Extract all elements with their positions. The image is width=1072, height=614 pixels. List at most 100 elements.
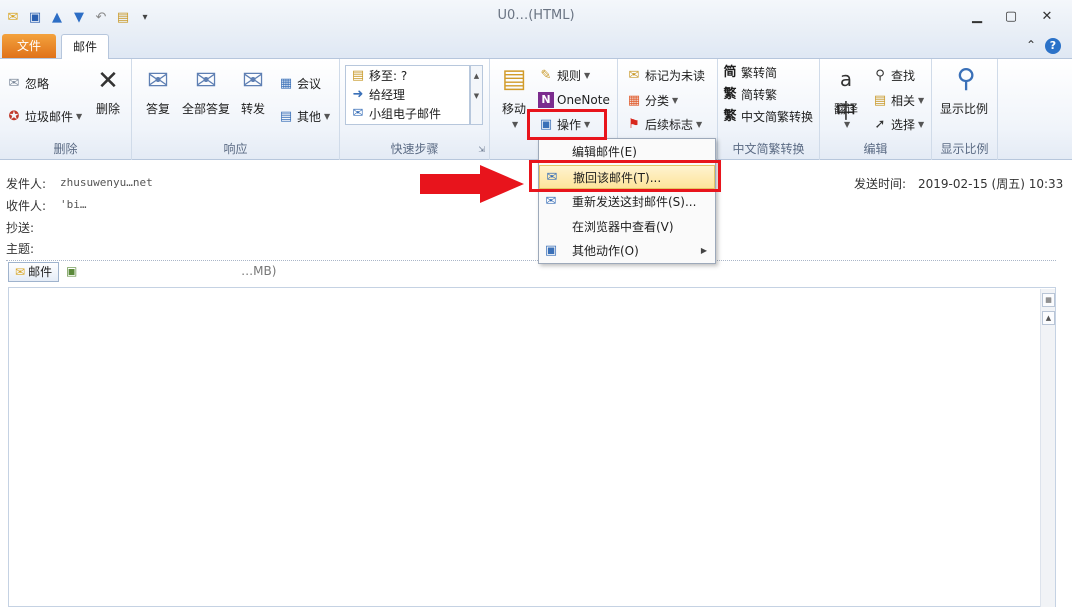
group-respond: ✉ 答复 ✉ 全部答复 ✉ 转发 ▦ 会议 ▤ 其他 ▼ 响应 (132, 59, 340, 160)
subject-label: 主题: (6, 242, 35, 256)
reply-icon[interactable]: ✉ (142, 65, 174, 97)
group-label-edit: 编辑 (863, 142, 888, 156)
window-title: U0…(HTML) (497, 8, 575, 23)
binoculars-icon: ⚲ (875, 67, 885, 83)
simplified-icon: 简 (723, 64, 737, 80)
move-folder-icon[interactable]: ▤ (498, 63, 530, 95)
mail-body-tab[interactable]: ✉ 邮件 (8, 262, 60, 282)
resend-icon: ✉ (545, 194, 557, 209)
submenu-arrow-icon: ▶ (700, 246, 707, 255)
chevron-down-icon: ▼ (672, 96, 679, 105)
delete-button[interactable]: 删除 (96, 100, 120, 117)
sent-label: 发送时间: (854, 177, 907, 191)
group-edit: a中 翻译 ▼ ⚲ 查找 ▤ 相关 ▼ ➚ 选择 ▼ 编辑 (820, 59, 932, 160)
reply-button[interactable]: 答复 (146, 100, 170, 117)
rules-button[interactable]: ✎ 规则 ▼ (538, 67, 591, 84)
translate-icon[interactable]: a中 (830, 63, 862, 123)
forward-button[interactable]: 转发 (241, 100, 265, 117)
zoom-button[interactable]: 显示比例 (940, 100, 988, 117)
scroll-up-button[interactable]: ▲ (1042, 311, 1055, 325)
from-value[interactable]: zhusuwenyu…net (60, 176, 153, 189)
ribbon-tabs: 文件 邮件 ⌃ (0, 34, 1072, 59)
forward-mail-icon: ➜ (352, 86, 364, 102)
ignore-button[interactable]: ✉ 忽略 (6, 75, 49, 92)
tab-mail[interactable]: 邮件 (61, 34, 109, 59)
tab-file[interactable]: 文件 (2, 34, 56, 58)
envelope-icon: ✉ (15, 265, 26, 279)
chevron-down-icon: ▼ (918, 120, 925, 129)
junk-button[interactable]: ✪ 垃圾邮件 ▼ (6, 108, 83, 125)
maximize-button[interactable]: ▢ (994, 6, 1028, 28)
to-traditional-button[interactable]: 繁 简转繁 (722, 86, 777, 103)
to-simplified-button[interactable]: 简 繁转简 (722, 64, 777, 81)
menu-item-view-in-browser[interactable]: 在浏览器中查看(V) (539, 215, 715, 239)
related-button[interactable]: ▤ 相关 ▼ (872, 92, 924, 109)
group-label-delete: 删除 (53, 142, 78, 156)
mark-unread-button[interactable]: ✉ 标记为未读 (626, 67, 705, 84)
quick-steps-gallery: ▤ 移至: ? ➜ 给经理 ✉ 小组电子邮件 (345, 65, 470, 125)
find-button[interactable]: ⚲ 查找 (872, 67, 915, 84)
chevron-down-icon: ▼ (324, 112, 331, 121)
menu-item-resend-message[interactable]: ✉ 重新发送这封邮件(S)... (539, 190, 715, 214)
sent-value: 2019-02-15 (周五) 10:33 (918, 177, 1064, 191)
group-chinese-conversion: 简 繁转简 繁 简转繁 繁 中文简繁转换 中文简繁转换 (718, 59, 820, 160)
other-respond-button[interactable]: ▤ 其他 ▼ (278, 108, 330, 125)
translate-button[interactable]: 翻译 (834, 100, 858, 117)
cursor-icon: ➚ (874, 116, 886, 132)
move-button[interactable]: 移动 (502, 100, 526, 117)
dialog-launcher-icon[interactable]: ⇲ (478, 145, 485, 154)
quick-step-move[interactable]: ▤ 移至: ? (350, 67, 407, 84)
reply-all-icon[interactable]: ✉ (190, 65, 222, 97)
reply-all-button[interactable]: 全部答复 (182, 100, 230, 117)
chinese-convert-button[interactable]: 繁 中文简繁转换 (722, 108, 813, 125)
other-actions-icon: ▣ (544, 243, 558, 258)
to-value[interactable]: 'bi… (60, 198, 87, 211)
group-delete: ✉ 忽略 ✪ 垃圾邮件 ▼ ✕ 删除 删除 (0, 59, 132, 160)
meeting-button[interactable]: ▦ 会议 (278, 75, 321, 92)
help-icon[interactable]: ? (1045, 38, 1061, 54)
minimize-button[interactable]: ▁ (960, 6, 994, 28)
scroll-option-icon[interactable]: ▦ (1042, 293, 1055, 307)
attachment-icon: ▣ (66, 264, 78, 278)
cc-label: 抄送: (6, 221, 35, 235)
quick-step-team[interactable]: ✉ 小组电子邮件 (350, 105, 441, 122)
group-label-chinese: 中文简繁转换 (732, 142, 805, 156)
header-divider (6, 260, 1056, 261)
to-label: 收件人: (6, 199, 47, 213)
forward-icon[interactable]: ✉ (237, 65, 269, 97)
junk-icon: ✪ (8, 108, 20, 124)
magnifier-icon[interactable]: ⚲ (950, 63, 982, 95)
quick-steps-scroll[interactable]: ▲ ▼ (470, 65, 483, 125)
flag-icon: ⚑ (628, 116, 640, 132)
follow-up-button[interactable]: ⚑ 后续标志 ▼ (626, 116, 702, 133)
quick-step-manager[interactable]: ➜ 给经理 (350, 86, 405, 103)
chevron-down-icon: ▼ (844, 120, 851, 129)
chevron-down-icon: ▼ (512, 120, 519, 129)
unread-icon: ✉ (628, 67, 640, 83)
close-button[interactable]: ✕ (1030, 6, 1064, 28)
ignore-icon: ✉ (8, 75, 20, 91)
actions-menu: 编辑邮件(E) ✉ 撤回该邮件(T)... ✉ 重新发送这封邮件(S)... 在… (538, 138, 716, 264)
annotation-arrow-icon (420, 165, 524, 203)
team-mail-icon: ✉ (352, 105, 364, 121)
onenote-button[interactable]: N OneNote (538, 92, 610, 108)
menu-item-other-actions[interactable]: ▣ 其他动作(O) ▶ (539, 239, 715, 263)
attachment-item[interactable]: ▣ …MB) (66, 264, 276, 278)
message-body[interactable] (8, 287, 1056, 607)
collapse-ribbon-icon[interactable]: ⌃ (1026, 38, 1036, 52)
traditional-icon: 繁 (723, 86, 737, 102)
select-button[interactable]: ➚ 选择 ▼ (872, 116, 925, 133)
from-label: 发件人: (6, 177, 47, 191)
chevron-down-icon: ▼ (76, 112, 83, 121)
calendar-icon: ▦ (279, 75, 293, 91)
rules-icon: ✎ (540, 67, 552, 83)
group-label-quick-steps: 快速步骤 (390, 142, 439, 156)
other-icon: ▤ (279, 108, 293, 124)
categorize-button[interactable]: ▦ 分类 ▼ (626, 92, 678, 109)
convert-icon: 繁 (723, 108, 737, 124)
group-zoom: ⚲ 显示比例 显示比例 (932, 59, 998, 160)
vertical-scrollbar[interactable]: ▦ ▲ (1040, 289, 1055, 607)
group-label-respond: 响应 (223, 142, 248, 156)
chevron-down-icon: ▼ (918, 96, 925, 105)
delete-x-icon[interactable]: ✕ (92, 65, 124, 97)
